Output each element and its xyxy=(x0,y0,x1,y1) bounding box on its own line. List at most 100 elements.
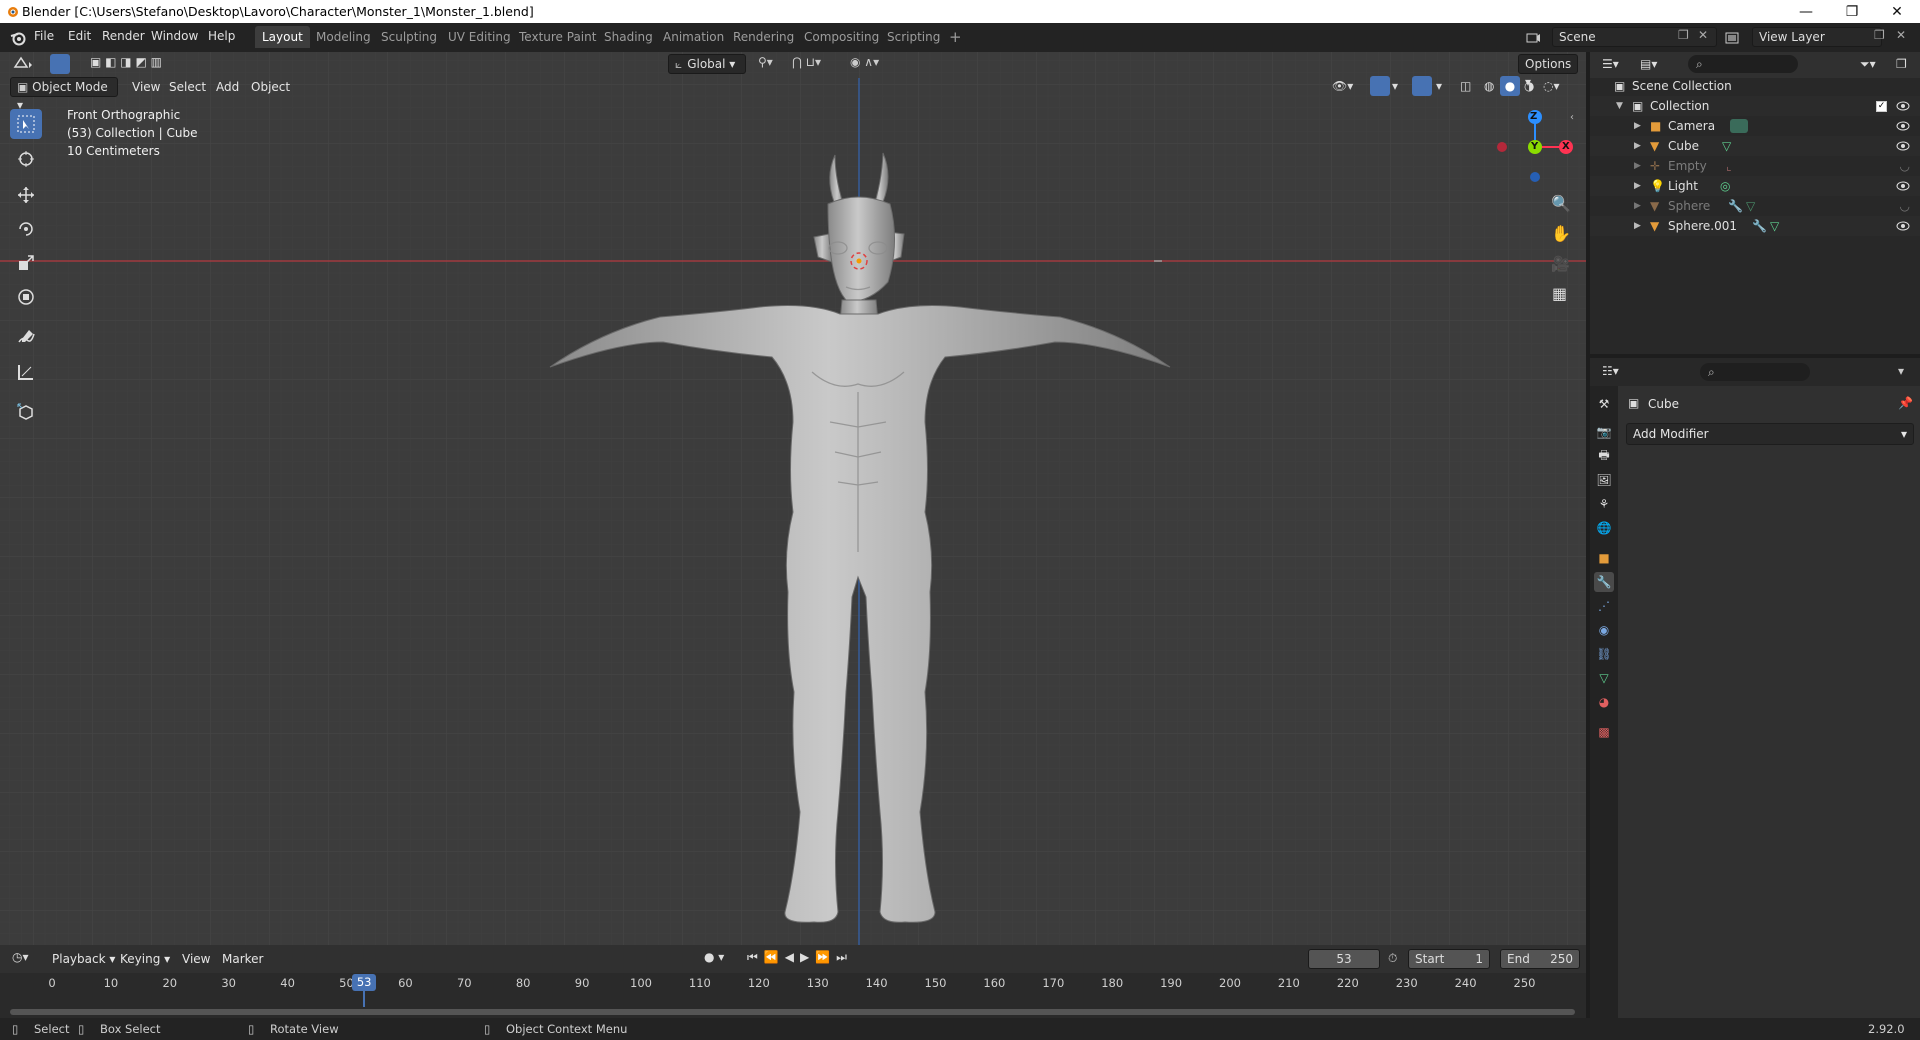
solid-shading-icon[interactable]: ● xyxy=(1500,76,1520,96)
add-cube-tool[interactable] xyxy=(10,397,42,427)
outliner-search-input[interactable]: ⌕ xyxy=(1688,55,1798,73)
light-data-icon[interactable]: ◎ xyxy=(1720,179,1730,193)
measure-tool[interactable] xyxy=(10,357,42,387)
material-shading-icon[interactable]: ◑ xyxy=(1524,79,1534,93)
restore-button[interactable]: ❐ xyxy=(1829,0,1875,23)
tool-tab-icon[interactable]: ⚒ xyxy=(1594,394,1614,414)
tab-modeling[interactable]: Modeling xyxy=(309,26,378,48)
preview-range-icon[interactable]: ⏱ xyxy=(1388,951,1397,966)
outliner-item-camera[interactable]: ▶ ■ Camera xyxy=(1590,116,1920,136)
eye-icon[interactable] xyxy=(1896,181,1910,191)
snap-icon[interactable]: ⋂ ⊔▾ xyxy=(792,55,821,69)
tab-uv-editing[interactable]: UV Editing xyxy=(441,26,518,48)
viewport-menu-select[interactable]: Select xyxy=(163,77,212,97)
move-tool[interactable] xyxy=(10,180,42,210)
current-frame-field[interactable]: 53 xyxy=(1308,949,1380,969)
outliner-item-empty[interactable]: ▶ ✛ Empty ⌞ ◡ xyxy=(1590,156,1920,176)
eye-icon[interactable] xyxy=(1896,221,1910,231)
new-view-layer-icon[interactable]: ❐ xyxy=(1874,28,1885,42)
expand-arrow-icon[interactable]: ▶ xyxy=(1634,201,1641,211)
expand-arrow-icon[interactable]: ▶ xyxy=(1634,181,1641,191)
perspective-toggle-icon[interactable]: ▦ xyxy=(1552,284,1567,303)
texture-tab-icon[interactable]: ▩ xyxy=(1594,722,1614,742)
mode-dropdown[interactable]: ▣ Object Mode ▾ xyxy=(10,77,118,112)
filter-icon[interactable]: ⏷▾ xyxy=(1860,57,1876,72)
tab-sculpting[interactable]: Sculpting xyxy=(374,26,444,48)
view-layer-field[interactable]: View Layer xyxy=(1752,27,1882,47)
outliner-scene-collection[interactable]: ▣ Scene Collection xyxy=(1590,76,1920,96)
proportional-edit-icon[interactable]: ◉ ∧▾ xyxy=(850,55,879,69)
cursor-tool[interactable] xyxy=(10,144,42,174)
add-modifier-dropdown[interactable]: Add Modifier ▾ xyxy=(1626,423,1914,445)
eye-closed-icon[interactable]: ◡ xyxy=(1900,159,1910,173)
properties-editor-icon[interactable]: ☷▾ xyxy=(1602,364,1619,378)
remove-view-layer-icon[interactable]: ✕ xyxy=(1896,28,1906,42)
viewport-menu-view[interactable]: View xyxy=(126,77,166,97)
add-workspace-icon[interactable]: + xyxy=(942,26,969,48)
xray-icon[interactable]: ◫ xyxy=(1460,79,1471,93)
pin-icon[interactable]: 📌 xyxy=(1898,396,1913,410)
scene-name-field[interactable]: Scene xyxy=(1552,27,1717,47)
camera-data-icon[interactable] xyxy=(1730,119,1748,133)
world-tab-icon[interactable]: 🌐 xyxy=(1594,518,1614,538)
modifiers-tab-icon[interactable]: 🔧 xyxy=(1594,572,1614,592)
mesh-data-icon[interactable]: ▽ xyxy=(1746,199,1755,213)
particles-tab-icon[interactable]: ⋰ xyxy=(1594,596,1614,616)
close-button[interactable]: ✕ xyxy=(1874,0,1920,23)
zoom-icon[interactable]: 🔍 xyxy=(1551,194,1571,213)
eye-icon[interactable] xyxy=(1896,121,1910,131)
object-tab-icon[interactable]: ■ xyxy=(1594,548,1614,568)
render-tab-icon[interactable]: 📷 xyxy=(1594,422,1614,442)
3d-viewport[interactable]: ▣ ◧ ◨ ◩ ▥ ⟀ Global ▾ ⚲▾ ⋂ ⊔▾ ◉ ∧▾ Options… xyxy=(0,52,1586,945)
tab-animation[interactable]: Animation xyxy=(656,26,731,48)
timeline-menu-marker[interactable]: Marker xyxy=(216,949,269,969)
modifier-wrench-icon[interactable]: 🔧 xyxy=(1752,219,1767,233)
outliner-item-light[interactable]: ▶ 💡 Light ◎ xyxy=(1590,176,1920,196)
collapse-arrow-icon[interactable]: ‹ xyxy=(1570,112,1574,123)
output-tab-icon[interactable]: 🖶 xyxy=(1594,446,1614,466)
mesh-data-icon[interactable]: ▽ xyxy=(1722,139,1731,153)
pivot-icon[interactable]: ⚲▾ xyxy=(758,55,773,69)
menu-help[interactable]: Help xyxy=(208,29,235,43)
data-tab-icon[interactable]: ▽ xyxy=(1594,668,1614,688)
modifier-wrench-icon[interactable]: 🔧 xyxy=(1728,199,1743,213)
new-collection-icon[interactable]: ❐ xyxy=(1896,57,1907,71)
expand-arrow-icon[interactable]: ▶ xyxy=(1634,161,1641,171)
rotate-tool[interactable] xyxy=(10,214,42,244)
view-layer-icon[interactable] xyxy=(1724,30,1740,46)
expand-arrow-icon[interactable]: ▼ xyxy=(1616,101,1623,111)
selection-modes[interactable]: ▣ ◧ ◨ ◩ ▥ xyxy=(90,55,162,69)
annotate-tool[interactable] xyxy=(10,322,42,352)
tab-scripting[interactable]: Scripting xyxy=(880,26,947,48)
outliner-editor-icon[interactable]: ☰▾ xyxy=(1602,57,1619,71)
physics-tab-icon[interactable]: ◉ xyxy=(1594,620,1614,640)
pan-hand-icon[interactable]: ✋ xyxy=(1551,224,1571,243)
expand-arrow-icon[interactable]: ▶ xyxy=(1634,141,1641,151)
camera-view-icon[interactable]: 🎥 xyxy=(1551,255,1570,273)
eye-icon[interactable] xyxy=(1896,101,1910,111)
editor-type-icon[interactable] xyxy=(12,54,34,72)
new-scene-icon[interactable]: ❐ xyxy=(1678,28,1689,42)
viewport-menu-object[interactable]: Object xyxy=(245,77,296,97)
playhead-frame-label[interactable]: 53 xyxy=(352,974,377,991)
options-dropdown[interactable]: Options ▾ xyxy=(1518,54,1578,89)
rendered-shading-icon[interactable]: ◌▾ xyxy=(1543,79,1560,93)
menu-render[interactable]: Render xyxy=(102,29,145,43)
mesh-data-icon[interactable]: ▽ xyxy=(1770,219,1779,233)
outliner-item-sphere[interactable]: ▶ ▼ Sphere 🔧 ▽ ◡ xyxy=(1590,196,1920,216)
end-frame-field[interactable]: End 250 xyxy=(1500,949,1580,969)
tab-rendering[interactable]: Rendering xyxy=(726,26,801,48)
timeline-editor-icon[interactable]: ◷▾ xyxy=(12,950,29,964)
expand-arrow-icon[interactable]: ▶ xyxy=(1634,221,1641,231)
expand-arrow-icon[interactable]: ▶ xyxy=(1634,121,1641,131)
minimize-button[interactable]: — xyxy=(1783,0,1829,23)
orientation-dropdown[interactable]: ⟀ Global ▾ xyxy=(668,54,746,74)
scale-tool[interactable] xyxy=(10,248,42,278)
tab-layout[interactable]: Layout xyxy=(255,26,310,48)
material-tab-icon[interactable]: ◕ xyxy=(1594,692,1614,712)
outliner-collection[interactable]: ▼ ▣ Collection ✓ xyxy=(1590,96,1920,116)
timeline-menu-view[interactable]: View xyxy=(176,949,216,969)
menu-file[interactable]: File xyxy=(34,29,54,43)
timeline-editor[interactable]: ◷▾ Playback ▾ Keying ▾ View Marker ● ▾ ⏮… xyxy=(0,945,1586,1018)
gizmo-toggle-icon[interactable] xyxy=(1370,76,1390,96)
